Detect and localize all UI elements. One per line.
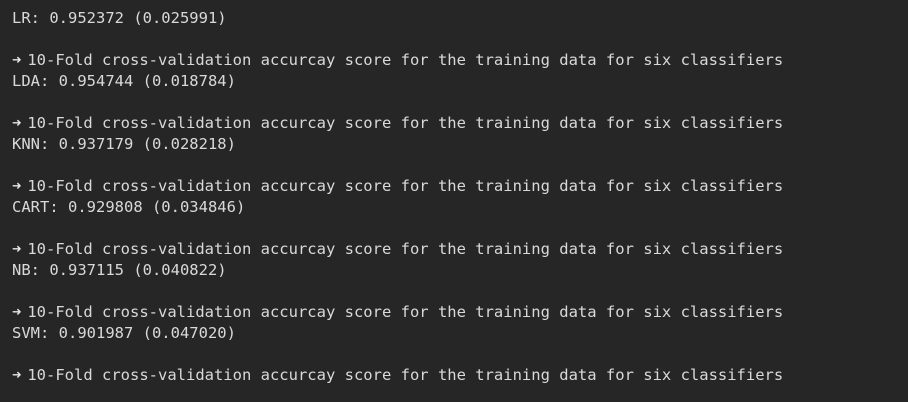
arrow-icon: ➜	[12, 51, 22, 69]
cv-header-line: ➜ 10-Fold cross-validation accurcay score…	[12, 50, 908, 71]
arrow-icon: ➜	[12, 303, 22, 321]
arrow-icon: ➜	[12, 240, 22, 258]
cv-header-text: 10-Fold cross-validation accurcay score …	[27, 114, 784, 132]
classifier-score-line: SVM: 0.901987 (0.047020)	[12, 324, 236, 342]
cv-header-line: ➜ 10-Fold cross-validation accurcay score…	[12, 365, 908, 386]
cv-header-line: ➜ 10-Fold cross-validation accurcay score…	[12, 113, 908, 134]
classifier-score-line: CART: 0.929808 (0.034846)	[12, 198, 246, 216]
cv-header-text: 10-Fold cross-validation accurcay score …	[27, 177, 784, 195]
arrow-icon: ➜	[12, 114, 22, 132]
classifier-score-line: LR: 0.952372 (0.025991)	[12, 9, 227, 27]
classifier-score-line: LDA: 0.954744 (0.018784)	[12, 72, 236, 90]
classifier-score-line: KNN: 0.937179 (0.028218)	[12, 135, 236, 153]
cv-header-line: ➜ 10-Fold cross-validation accurcay score…	[12, 302, 908, 323]
cv-header-text: 10-Fold cross-validation accurcay score …	[27, 51, 784, 69]
arrow-icon: ➜	[12, 366, 22, 384]
cv-header-text: 10-Fold cross-validation accurcay score …	[27, 240, 784, 258]
cv-header-text: 10-Fold cross-validation accurcay score …	[27, 303, 784, 321]
cv-header-text: 10-Fold cross-validation accurcay score …	[27, 366, 784, 384]
arrow-icon: ➜	[12, 177, 22, 195]
cv-header-line: ➜ 10-Fold cross-validation accurcay score…	[12, 239, 908, 260]
cell-output: LR: 0.952372 (0.025991) ➜ 10-Fold cross-va…	[12, 8, 908, 386]
cv-header-line: ➜ 10-Fold cross-validation accurcay score…	[12, 176, 908, 197]
classifier-score-line: NB: 0.937115 (0.040822)	[12, 261, 227, 279]
